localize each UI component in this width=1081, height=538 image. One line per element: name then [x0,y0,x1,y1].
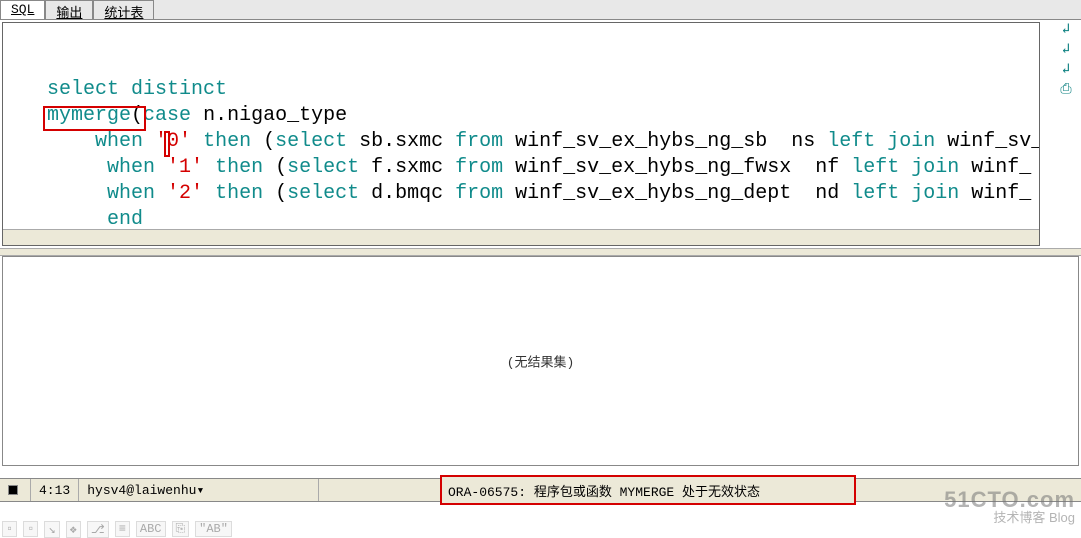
kw-select: select [47,78,119,101]
gutter-icon[interactable]: ↲ [1057,62,1075,78]
highlight-mymerge [43,106,146,131]
kw-left: left [851,182,899,205]
gutter-icon[interactable]: ↲ [1057,22,1075,38]
tool-icon[interactable]: ⎘ [172,521,190,537]
id: winf_ [959,156,1031,179]
sql-editor-pane: select distinct mymerge(case n.nigao_typ… [2,22,1040,246]
highlight-cursor [164,131,170,157]
kw-then: then [203,130,251,153]
id: sb.sxmc [347,130,455,153]
tool-icon[interactable]: "AB" [195,521,232,537]
tab-bar: SQL 输出 统计表 [0,0,1081,20]
paren: ( [251,130,275,153]
kw-join: join [887,130,935,153]
kw-left: left [827,130,875,153]
watermark-line2: 技术博客 Blog [944,511,1075,524]
kw-select: select [287,156,359,179]
str-0: '0' [155,130,191,153]
kw-end: end [107,208,143,231]
kw-case: case [143,104,191,127]
kw-distinct: distinct [131,78,227,101]
str-1: '1' [167,156,203,179]
id: winf_sv_ [935,130,1040,153]
tool-icon[interactable]: ▫ [2,521,17,537]
tool-icon[interactable]: ≡ [115,521,130,537]
paren: ( [263,156,287,179]
gutter-icon[interactable]: ↲ [1057,42,1075,58]
pane-splitter[interactable] [0,248,1081,256]
kw-when: when [107,182,155,205]
kw-select: select [287,182,359,205]
paren: ( [263,182,287,205]
id: f.sxmc [359,156,455,179]
editor-horizontal-scrollbar[interactable] [3,229,1039,245]
id: winf_sv_ex_hybs_ng_fwsx nf [503,156,851,179]
tool-icon[interactable]: ⎇ [87,521,109,538]
kw-from: from [455,182,503,205]
kw-from: from [455,130,503,153]
gutter-icon[interactable]: ⎙ [1057,82,1075,98]
status-cursor-pos: 4:13 [31,479,79,501]
kw-join: join [911,156,959,179]
watermark-line1: 51CTO.com [944,489,1075,511]
status-indicator [0,479,31,501]
kw-join: join [911,182,959,205]
tool-icon[interactable]: ABC [136,521,166,537]
str-2: '2' [167,182,203,205]
tool-icon[interactable]: ↘ [44,521,59,538]
kw-select: select [275,130,347,153]
status-connection[interactable]: hysv4@laiwenhu [79,479,319,501]
id: n.nigao_type [191,104,347,127]
kw-then: then [215,182,263,205]
tab-output[interactable]: 输出 [45,0,93,19]
status-error: ORA-06575: 程序包或函数 MYMERGE 处于无效状态 [440,475,856,505]
id: winf_sv_ex_hybs_ng_dept nd [503,182,851,205]
no-results-label: (无结果集) [507,352,575,371]
kw-from: from [455,156,503,179]
tool-icon[interactable]: ▫ [23,521,38,537]
tab-stats[interactable]: 统计表 [93,0,154,19]
id: d.bmqc [359,182,455,205]
id: winf_sv_ex_hybs_ng_sb ns [503,130,827,153]
kw-when: when [95,130,143,153]
id: winf_ [959,182,1031,205]
right-gutter: ↲ ↲ ↲ ⎙ [1057,22,1077,102]
tab-sql[interactable]: SQL [0,0,45,19]
watermark: 51CTO.com 技术博客 Blog [944,489,1075,524]
kw-then: then [215,156,263,179]
kw-left: left [851,156,899,179]
status-bar: 4:13 hysv4@laiwenhu ORA-06575: 程序包或函数 MY… [0,478,1081,502]
kw-when: when [107,156,155,179]
sql-editor[interactable]: select distinct mymerge(case n.nigao_typ… [3,23,1039,246]
tool-icon[interactable]: ❖ [66,521,81,538]
bottom-toolbar: ▫ ▫ ↘ ❖ ⎇ ≡ ABC ⎘ "AB" [2,520,232,538]
results-pane: (无结果集) [2,256,1079,466]
